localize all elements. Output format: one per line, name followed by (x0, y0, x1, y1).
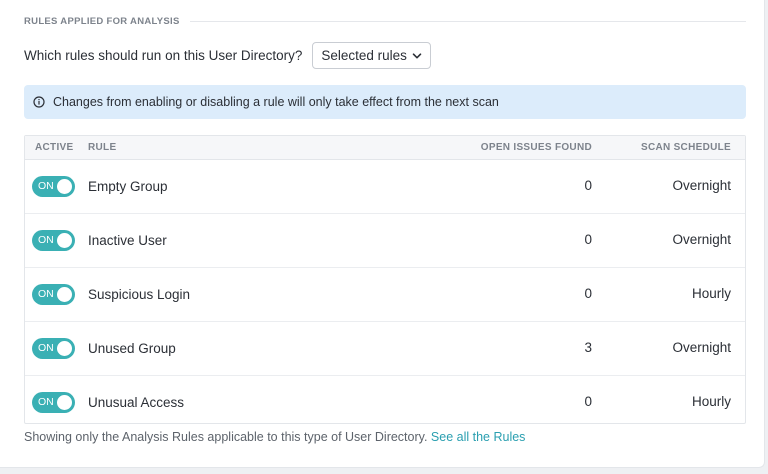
rule-name: Suspicious Login (88, 287, 191, 302)
toggle-label: ON (38, 234, 54, 246)
info-icon (33, 96, 45, 108)
rule-toggle[interactable]: ON (32, 230, 75, 251)
info-banner-text: Changes from enabling or disabling a rul… (53, 95, 499, 109)
rule-selection-dropdown[interactable]: Selected rules (312, 42, 431, 69)
rule-name: Unused Group (88, 341, 176, 356)
scan-schedule: Overnight (672, 232, 731, 247)
toggle-knob (57, 233, 72, 248)
rule-selection-row: Which rules should run on this User Dire… (24, 41, 431, 70)
section-title: RULES APPLIED FOR ANALYSIS (24, 15, 180, 27)
open-issues-count: 0 (584, 286, 592, 301)
header-open-issues: OPEN ISSUES FOUND (480, 142, 592, 153)
rule-name: Empty Group (88, 179, 168, 194)
rule-selection-question: Which rules should run on this User Dire… (24, 48, 303, 63)
rule-toggle[interactable]: ON (32, 338, 75, 359)
open-issues-count: 0 (584, 232, 592, 247)
table-row: ON Suspicious Login 0 Hourly (25, 268, 745, 322)
open-issues-count: 0 (584, 394, 592, 409)
toggle-label: ON (38, 288, 54, 300)
header-rule: RULE (88, 142, 117, 153)
open-issues-count: 0 (584, 178, 592, 193)
toggle-label: ON (38, 180, 54, 192)
table-row: ON Unused Group 3 Overnight (25, 322, 745, 376)
toggle-knob (57, 395, 72, 410)
rules-table: ACTIVE RULE OPEN ISSUES FOUND SCAN SCHED… (24, 135, 746, 424)
see-all-rules-link[interactable]: See all the Rules (431, 430, 526, 444)
rule-toggle[interactable]: ON (32, 284, 75, 305)
chevron-down-icon (412, 52, 422, 58)
table-row: ON Unusual Access 0 Hourly (25, 376, 745, 429)
scan-schedule: Overnight (672, 178, 731, 193)
footer-text: Showing only the Analysis Rules applicab… (24, 430, 428, 444)
scan-schedule: Hourly (691, 286, 731, 301)
header-active: ACTIVE (35, 142, 74, 153)
table-row: ON Empty Group 0 Overnight (25, 160, 745, 214)
footer-note: Showing only the Analysis Rules applicab… (24, 430, 525, 444)
rules-panel: RULES APPLIED FOR ANALYSIS Which rules s… (0, 0, 765, 468)
section-divider (189, 20, 746, 22)
section-header: RULES APPLIED FOR ANALYSIS (24, 14, 746, 28)
rule-toggle[interactable]: ON (32, 176, 75, 197)
toggle-label: ON (38, 396, 54, 408)
info-banner: Changes from enabling or disabling a rul… (24, 85, 746, 119)
rule-toggle[interactable]: ON (32, 392, 75, 413)
table-row: ON Inactive User 0 Overnight (25, 214, 745, 268)
toggle-label: ON (38, 342, 54, 354)
rule-name: Inactive User (88, 233, 167, 248)
header-scan-schedule: SCAN SCHEDULE (640, 142, 731, 153)
scan-schedule: Hourly (691, 394, 731, 409)
open-issues-count: 3 (584, 340, 592, 355)
rule-selection-value: Selected rules (321, 48, 407, 63)
scan-schedule: Overnight (672, 340, 731, 355)
toggle-knob (57, 341, 72, 356)
rule-name: Unusual Access (88, 395, 185, 410)
toggle-knob (57, 179, 72, 194)
toggle-knob (57, 287, 72, 302)
table-header: ACTIVE RULE OPEN ISSUES FOUND SCAN SCHED… (25, 136, 745, 160)
